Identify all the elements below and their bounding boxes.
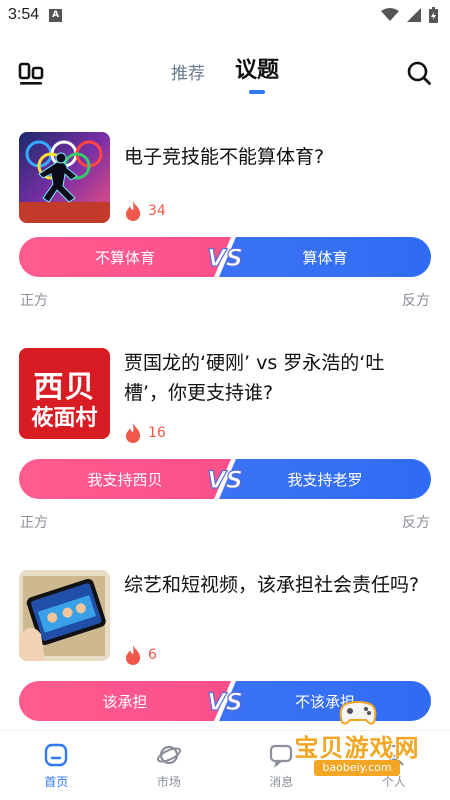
tab-recommend[interactable]: 推荐 [171,59,205,94]
vote-right-button[interactable]: 我支持老罗 [219,459,431,499]
gamepad-icon [339,701,377,725]
watermark: 宝贝游戏网 baobeiy.com [282,698,432,778]
status-time: 3:54 [8,6,40,23]
vs-badge: VS [206,465,243,494]
fire-icon [126,423,141,443]
side-label-right: 反方 [402,515,430,531]
vs-badge: VS [206,243,243,272]
vs-text: VS [207,466,243,494]
topic-thumbnail: 西贝 莜面村 [19,348,110,439]
nav-home-label: 首页 [44,774,69,789]
vote-right-button[interactable]: 算体育 [219,237,431,277]
status-bar: 3:54 A [0,0,450,30]
brand-logo-line2: 莜面村 [31,406,98,431]
vs-text: VS [207,688,243,716]
heat-count: 34 [124,200,166,222]
vs-badge: VS [206,687,243,716]
app-header: 推荐 议题 [0,30,450,114]
planet-icon [156,745,181,764]
heat-value: 16 [148,425,166,441]
topic-title[interactable]: 贾国龙的‘硬刚’ vs 罗永浩的‘吐槽’，你更支持谁? [124,348,424,408]
tab-bar: 推荐 议题 [0,52,450,94]
watermark-text: 宝贝游戏网 [294,734,420,762]
runner-image [19,132,110,223]
vote-left-button[interactable]: 我支持西贝 [19,459,231,499]
nav-market[interactable]: 市场 [113,731,226,800]
battery-icon [429,7,438,23]
heat-value: 34 [148,203,166,219]
topic-thumbnail [19,132,110,223]
side-label-left: 正方 [20,293,48,309]
vs-bar: 我支持西贝 我支持老罗 VS [19,459,431,499]
nav-market-label: 市场 [156,774,181,789]
watermark-url: baobeiy.com [314,760,400,776]
heat-count: 16 [124,422,166,444]
heat-value: 6 [148,647,157,663]
topic-title[interactable]: 综艺和短视频，该承担社会责任吗? [124,570,424,600]
heat-count: 6 [124,644,157,666]
home-icon [45,743,68,766]
tab-topics[interactable]: 议题 [235,52,279,94]
vs-bar: 不算体育 算体育 VS [19,237,431,277]
topic-thumbnail [19,570,110,661]
notification-icon: A [49,8,63,22]
vote-left-button[interactable]: 不算体育 [19,237,231,277]
nav-home[interactable]: 首页 [0,731,113,800]
fire-icon [126,201,141,221]
vs-text: VS [207,244,243,272]
fire-icon [126,645,141,665]
cell-signal-icon [407,8,421,22]
wifi-icon [381,8,399,21]
search-icon[interactable] [406,60,432,86]
side-label-right: 反方 [402,293,430,309]
phone-variety-show-image [19,570,110,661]
topic-title[interactable]: 电子竞技能不能算体育? [124,142,424,172]
side-label-left: 正方 [20,515,48,531]
vote-left-button[interactable]: 该承担 [19,681,231,721]
